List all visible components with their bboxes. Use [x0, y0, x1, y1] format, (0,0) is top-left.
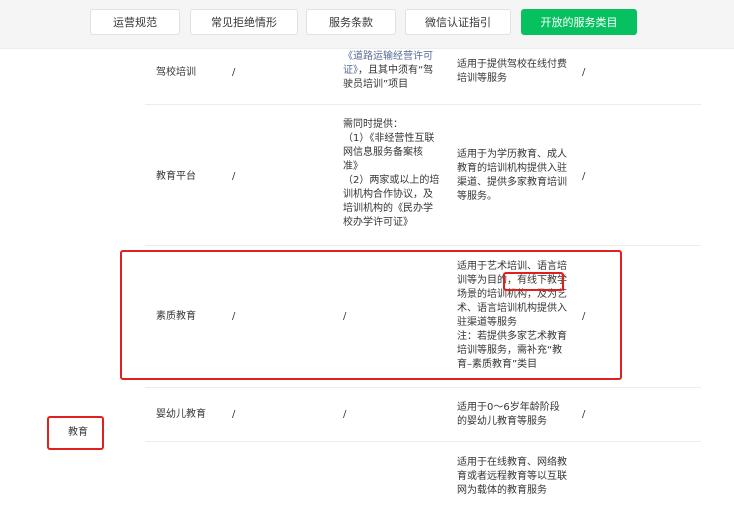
req-line: 训机构合作协议，及: [343, 189, 433, 200]
row-requirements: 《道路运输经营许可 证》，且其中须有“驾 驶员培训”项目: [343, 50, 433, 92]
row-col5: /: [582, 171, 586, 182]
row-description: 适用于为学历教育、成人 教育的培训机构提供入驻 渠道、提供多家教育培训 等服务。: [457, 148, 567, 204]
row-divider: [145, 104, 701, 105]
req-line: （2）两家或以上的培: [343, 175, 440, 186]
row-col5: /: [582, 409, 586, 420]
row-col2: /: [232, 409, 236, 420]
row-name-driving-school: 驾校培训: [156, 67, 196, 78]
row-requirements: 需同时提供： （1）《非经营性互联 网信息服务备案核 准》 （2）两家或以上的培…: [343, 118, 439, 230]
highlight-text-box: [503, 272, 564, 291]
row-divider: [145, 387, 701, 388]
row-name-infant-education: 婴幼儿教育: [156, 409, 206, 420]
req-line: 校办学许可证》: [343, 217, 413, 228]
tab-operation-rules[interactable]: 运营规范: [90, 9, 180, 35]
desc-line: 网为载体的教育服务: [457, 485, 547, 496]
req-line: 驶员培训”项目: [343, 79, 409, 90]
tab-common-rejections[interactable]: 常见拒绝情形: [190, 9, 298, 35]
req-line: 准》: [343, 161, 363, 172]
tab-open-service-categories[interactable]: 开放的服务类目: [521, 9, 637, 35]
desc-line: 适用于提供驾校在线付费: [457, 59, 567, 70]
req-line: 需同时提供：: [343, 119, 403, 130]
req-line: 网信息服务备案核: [343, 147, 423, 158]
row-divider: [145, 441, 701, 442]
row-requirements: /: [343, 409, 347, 420]
desc-line: 渠道、提供多家教育培训: [457, 177, 567, 188]
desc-line: 等服务。: [457, 191, 497, 202]
desc-line: 培训等服务: [457, 73, 507, 84]
req-suffix: ，且其中须有“驾: [358, 65, 434, 76]
desc-line: 适用于0～6岁年龄阶段: [457, 402, 560, 413]
license-link[interactable]: 《道路运输经营许可: [343, 50, 433, 64]
row-description: 适用于在线教育、网络教 育或者远程教育等以互联 网为载体的教育服务: [457, 456, 567, 498]
license-link-end[interactable]: 证》: [343, 65, 358, 76]
desc-line: 育或者远程教育等以互联: [457, 471, 567, 482]
row-divider: [145, 245, 701, 246]
row-description: 适用于0～6岁年龄阶段 的婴幼儿教育等服务: [457, 401, 560, 429]
row-description: 适用于提供驾校在线付费 培训等服务: [457, 58, 567, 86]
row-name-education-platform: 教育平台: [156, 171, 196, 182]
tab-wechat-verification-guide[interactable]: 微信认证指引: [405, 9, 511, 35]
desc-line: 适用于为学历教育、成人: [457, 149, 567, 160]
desc-line: 教育的培训机构提供入驻: [457, 163, 567, 174]
row-col5: /: [582, 67, 586, 78]
req-line: 培训机构的《民办学: [343, 203, 433, 214]
req-line: （1）《非经营性互联: [343, 133, 435, 144]
category-highlight-box: [47, 416, 104, 450]
tab-service-terms[interactable]: 服务条款: [306, 9, 396, 35]
row-col2: /: [232, 171, 236, 182]
desc-line: 适用于在线教育、网络教: [457, 457, 567, 468]
highlight-row-box: [120, 250, 622, 380]
row-col2: /: [232, 67, 236, 78]
desc-line: 的婴幼儿教育等服务: [457, 416, 547, 427]
tab-bar: 运营规范 常见拒绝情形 服务条款 微信认证指引 开放的服务类目: [0, 0, 734, 49]
